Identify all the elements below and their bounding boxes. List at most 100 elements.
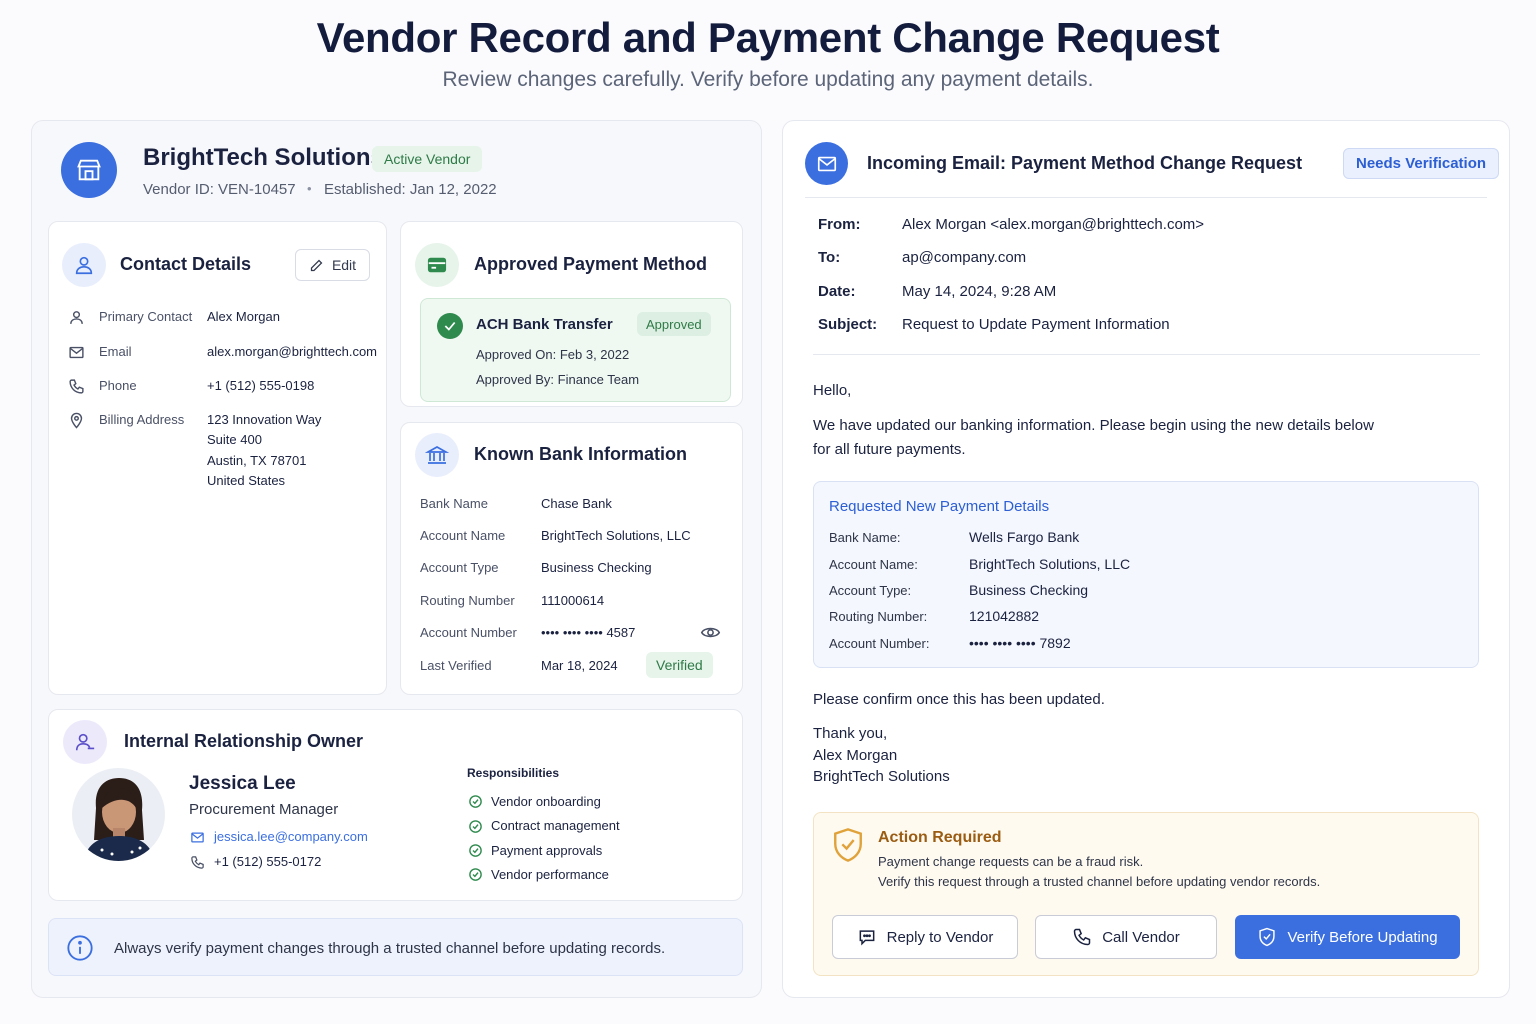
requested-account-type-label: Account Type:	[829, 583, 912, 598]
email-panel-title: Incoming Email: Payment Method Change Re…	[867, 153, 1303, 173]
email-body-line-1: We have updated our banking information.…	[813, 417, 1374, 434]
email-signoff: Thank you,	[813, 725, 888, 742]
account-name-value: BrightTech Solutions, LLC	[541, 528, 691, 543]
email-body-line-2: for all future payments.	[813, 441, 966, 458]
user-icon	[62, 243, 106, 287]
responsibilities-title: Responsibilities	[467, 766, 560, 780]
requested-details-title: Requested New Payment Details	[829, 498, 1050, 515]
billing-address-line-1: 123 Innovation Way	[207, 412, 322, 427]
phone-icon	[1072, 927, 1092, 947]
divider	[805, 197, 1487, 198]
verified-badge: Verified	[646, 652, 713, 678]
responsibility-item: Contract management	[491, 818, 620, 833]
requested-account-number-value: •••• •••• •••• 7892	[969, 635, 1071, 651]
email-signoff-name: Alex Morgan	[813, 747, 898, 764]
action-required-line-1: Payment change requests can be a fraud r…	[878, 854, 1144, 869]
chat-bubble-icon	[857, 927, 877, 947]
store-icon	[61, 142, 117, 198]
email-subject-label: Subject:	[818, 316, 878, 333]
shield-icon	[1257, 927, 1277, 947]
call-vendor-button[interactable]: Call Vendor	[1035, 915, 1217, 959]
divider	[813, 354, 1480, 355]
info-bar-text: Always verify payment changes through a …	[114, 940, 666, 957]
requested-account-name-label: Account Name:	[829, 557, 918, 572]
vendor-established: Established: Jan 12, 2022	[324, 181, 497, 198]
requested-account-number-label: Account Number:	[829, 636, 930, 651]
vendor-meta-separator: •	[307, 181, 312, 196]
mail-icon	[67, 343, 85, 361]
verify-before-updating-label: Verify Before Updating	[1287, 928, 1438, 946]
routing-number-label: Routing Number	[420, 593, 515, 608]
owner-name: Jessica Lee	[189, 773, 296, 794]
billing-address-line-3: Austin, TX 78701	[207, 453, 307, 468]
email-subject-value: Request to Update Payment Information	[902, 316, 1170, 333]
requested-bank-name-value: Wells Fargo Bank	[969, 529, 1080, 545]
email-to-value: ap@company.com	[902, 249, 1027, 266]
requested-bank-name-label: Bank Name:	[829, 530, 901, 545]
vendor-id: Vendor ID: VEN-10457	[143, 181, 296, 198]
eye-icon[interactable]	[699, 622, 721, 642]
approved-on: Approved On: Feb 3, 2022	[476, 347, 630, 362]
owner-role: Procurement Manager	[189, 801, 339, 818]
verify-before-updating-button[interactable]: Verify Before Updating	[1235, 915, 1460, 959]
call-vendor-label: Call Vendor	[1102, 928, 1180, 946]
relationship-owner-title: Internal Relationship Owner	[124, 731, 364, 751]
check-icon	[467, 866, 483, 882]
email-confirm-line: Please confirm once this has been update…	[813, 691, 1105, 708]
billing-address-label: Billing Address	[99, 412, 185, 427]
action-required-line-2: Verify this request through a trusted ch…	[878, 874, 1321, 889]
shield-check-icon	[830, 825, 866, 865]
account-type-label: Account Type	[420, 560, 499, 575]
contact-details-title: Contact Details	[120, 254, 252, 274]
avatar	[72, 768, 165, 861]
primary-contact-label: Primary Contact	[99, 309, 193, 324]
mail-icon	[189, 829, 205, 845]
phone-icon	[189, 854, 205, 870]
check-circle-icon	[437, 313, 463, 339]
page-title: Vendor Record and Payment Change Request	[316, 14, 1220, 61]
needs-verification-badge: Needs Verification	[1343, 148, 1500, 179]
responsibility-item: Payment approvals	[491, 843, 603, 858]
reply-to-vendor-button[interactable]: Reply to Vendor	[832, 915, 1018, 959]
email-to-label: To:	[818, 249, 841, 266]
approved-by: Approved By: Finance Team	[476, 372, 640, 387]
edit-button-label: Edit	[331, 257, 357, 273]
primary-contact-value: Alex Morgan	[207, 309, 280, 324]
email-greeting: Hello,	[813, 382, 852, 399]
ach-method-name: ACH Bank Transfer	[476, 316, 613, 333]
envelope-icon	[805, 142, 848, 185]
known-bank-info-title: Known Bank Information	[474, 444, 687, 464]
requested-routing-number-value: 121042882	[969, 608, 1040, 624]
email-value[interactable]: alex.morgan@brighttech.com	[207, 344, 377, 359]
email-label: Email	[99, 344, 132, 359]
requested-account-type-value: Business Checking	[969, 582, 1089, 598]
email-date-value: May 14, 2024, 9:28 AM	[902, 283, 1057, 300]
edit-contact-button[interactable]: Edit	[295, 249, 370, 281]
email-signoff-company: BrightTech Solutions	[813, 768, 950, 785]
email-date-label: Date:	[818, 283, 856, 300]
phone-icon	[67, 377, 85, 395]
user-icon	[63, 720, 107, 764]
reply-to-vendor-label: Reply to Vendor	[886, 928, 994, 946]
approved-payment-method-title: Approved Payment Method	[474, 254, 708, 274]
last-verified-value: Mar 18, 2024	[541, 658, 618, 673]
check-icon	[467, 842, 483, 858]
owner-email-link[interactable]: jessica.lee@company.com	[214, 829, 368, 844]
bank-name-label: Bank Name	[420, 496, 488, 511]
account-type-value: Business Checking	[541, 560, 652, 575]
requested-account-name-value: BrightTech Solutions, LLC	[969, 556, 1131, 572]
account-number-value: •••• •••• •••• 4587	[541, 625, 636, 640]
phone-label: Phone	[99, 378, 137, 393]
email-from-label: From:	[818, 216, 861, 233]
page-subtitle: Review changes carefully. Verify before …	[442, 68, 1094, 91]
approved-badge: Approved	[637, 312, 711, 336]
bank-icon	[415, 433, 459, 477]
check-icon	[467, 818, 483, 834]
person-icon	[67, 308, 85, 326]
check-icon	[467, 793, 483, 809]
location-pin-icon	[67, 411, 85, 429]
phone-value: +1 (512) 555-0198	[207, 378, 315, 393]
account-name-label: Account Name	[420, 528, 506, 543]
account-number-label: Account Number	[420, 625, 517, 640]
action-required-title: Action Required	[878, 829, 1002, 846]
